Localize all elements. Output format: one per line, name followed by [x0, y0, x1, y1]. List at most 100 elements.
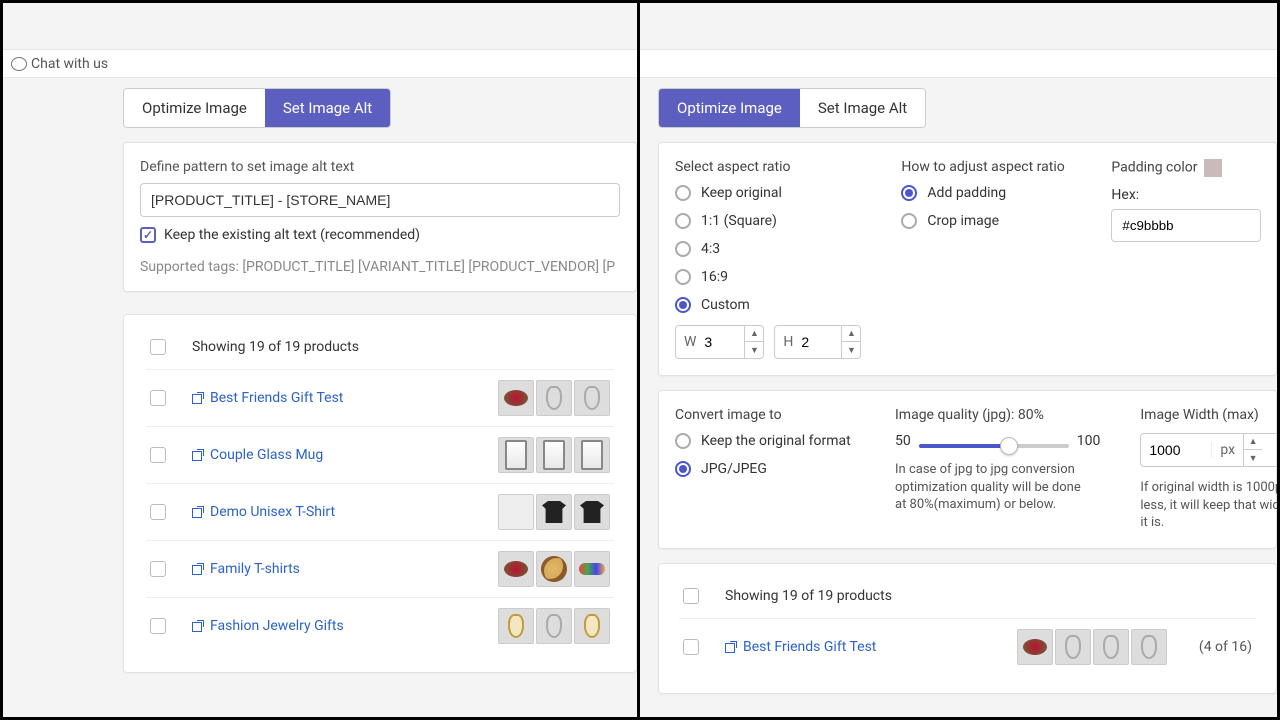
- height-stepper[interactable]: H ▲▼: [774, 325, 861, 359]
- tabs-left: Optimize Image Set Image Alt: [123, 88, 391, 128]
- radio-crop[interactable]: Crop image: [901, 213, 1071, 229]
- radio-1-1[interactable]: 1:1 (Square): [675, 213, 861, 229]
- chat-label: Chat with us: [31, 56, 108, 72]
- tab-set-alt[interactable]: Set Image Alt: [800, 89, 925, 127]
- pattern-input[interactable]: [140, 183, 620, 217]
- radio-icon: [901, 185, 917, 201]
- radio-add-padding[interactable]: Add padding: [901, 185, 1071, 201]
- thumb[interactable]: [536, 380, 572, 416]
- radio-keep-format[interactable]: Keep the original format: [675, 433, 855, 449]
- tabs-right: Optimize Image Set Image Alt: [658, 88, 926, 128]
- supported-tags: Supported tags: [PRODUCT_TITLE] [VARIANT…: [140, 259, 620, 275]
- thumb[interactable]: [536, 437, 572, 473]
- max-width-input[interactable]: [1141, 442, 1211, 458]
- radio-custom[interactable]: Custom: [675, 297, 861, 313]
- unit-label: px: [1211, 442, 1243, 458]
- height-input[interactable]: [801, 334, 841, 350]
- define-pattern-label: Define pattern to set image alt text: [140, 159, 620, 175]
- quality-note: In case of jpg to jpg conversion optimiz…: [895, 461, 1095, 514]
- product-link[interactable]: Fashion Jewelry Gifts: [192, 618, 472, 634]
- image-count: (4 of 16): [1199, 639, 1252, 655]
- tab-optimize[interactable]: Optimize Image: [124, 89, 265, 127]
- row-checkbox[interactable]: [150, 504, 166, 520]
- external-link-icon: [192, 506, 204, 518]
- quality-slider[interactable]: [919, 434, 1069, 448]
- thumb[interactable]: [1055, 629, 1091, 665]
- thumb[interactable]: [498, 494, 534, 530]
- row-checkbox[interactable]: [150, 447, 166, 463]
- thumbnails: [498, 380, 610, 416]
- thumb[interactable]: [1131, 629, 1167, 665]
- spin-down-icon[interactable]: ▼: [745, 342, 763, 359]
- radio-16-9[interactable]: 16:9: [675, 269, 861, 285]
- spin-up-icon[interactable]: ▲: [842, 325, 860, 342]
- radio-4-3[interactable]: 4:3: [675, 241, 861, 257]
- radio-icon: [675, 433, 691, 449]
- thumbnails: [498, 494, 610, 530]
- aspect-card: Select aspect ratio Keep original 1:1 (S…: [658, 142, 1277, 376]
- hex-input[interactable]: [1111, 209, 1261, 242]
- tab-optimize[interactable]: Optimize Image: [659, 89, 800, 127]
- tab-set-alt[interactable]: Set Image Alt: [265, 89, 390, 127]
- thumbnails: [498, 608, 610, 644]
- product-link[interactable]: Couple Glass Mug: [192, 447, 472, 463]
- spin-down-icon[interactable]: ▼: [1244, 450, 1262, 467]
- row-checkbox[interactable]: [150, 618, 166, 634]
- topbar: [640, 3, 1277, 50]
- thumb[interactable]: [536, 608, 572, 644]
- product-link[interactable]: Family T-shirts: [192, 561, 472, 577]
- quality-title: Image quality (jpg): 80%: [895, 407, 1100, 423]
- radio-icon: [675, 461, 691, 477]
- keep-existing-checkbox[interactable]: Keep the existing alt text (recommended): [140, 227, 620, 243]
- thumb[interactable]: [1093, 629, 1129, 665]
- product-link[interactable]: Demo Unisex T-Shirt: [192, 504, 472, 520]
- chat-bar[interactable]: Chat with us: [3, 50, 637, 78]
- thumb[interactable]: [1017, 629, 1053, 665]
- row-checkbox[interactable]: [150, 561, 166, 577]
- padding-color-title: Padding color: [1111, 159, 1261, 177]
- chat-icon: [11, 57, 27, 71]
- radio-icon: [675, 213, 691, 229]
- row-checkbox[interactable]: [150, 390, 166, 406]
- radio-icon: [675, 269, 691, 285]
- row-checkbox[interactable]: [683, 639, 699, 655]
- thumb[interactable]: [574, 494, 610, 530]
- thumb[interactable]: [498, 380, 534, 416]
- thumb[interactable]: [574, 551, 610, 587]
- list-item: Best Friends Gift Test: [146, 369, 614, 426]
- max-width-stepper[interactable]: px ▲▼: [1140, 433, 1277, 467]
- radio-keep-original[interactable]: Keep original: [675, 185, 861, 201]
- thumb[interactable]: [498, 551, 534, 587]
- thumb[interactable]: [498, 608, 534, 644]
- product-link[interactable]: Best Friends Gift Test: [725, 639, 991, 655]
- keep-existing-label: Keep the existing alt text (recommended): [164, 227, 420, 243]
- thumb[interactable]: [536, 494, 572, 530]
- thumb[interactable]: [574, 608, 610, 644]
- showing-label: Showing 19 of 19 products: [725, 588, 892, 604]
- thumb[interactable]: [574, 380, 610, 416]
- select-all-checkbox[interactable]: [150, 339, 166, 355]
- external-link-icon: [192, 620, 204, 632]
- width-note: If original width is 1000px or less, it …: [1140, 479, 1277, 532]
- external-link-icon: [725, 641, 737, 653]
- product-list-left: Showing 19 of 19 products Best Friends G…: [123, 314, 637, 673]
- spin-up-icon[interactable]: ▲: [745, 325, 763, 342]
- radio-jpg[interactable]: JPG/JPEG: [675, 461, 855, 477]
- quality-max: 100: [1077, 433, 1101, 449]
- thumb[interactable]: [574, 437, 610, 473]
- width-title: Image Width (max): [1140, 407, 1277, 423]
- radio-icon: [901, 213, 917, 229]
- select-all-checkbox[interactable]: [683, 588, 699, 604]
- thumb[interactable]: [536, 551, 572, 587]
- width-input[interactable]: [704, 334, 744, 350]
- external-link-icon: [192, 392, 204, 404]
- color-swatch[interactable]: [1204, 159, 1222, 177]
- width-stepper[interactable]: W ▲▼: [675, 325, 764, 359]
- thumb[interactable]: [498, 437, 534, 473]
- alt-settings-card: Define pattern to set image alt text Kee…: [123, 142, 637, 292]
- spin-up-icon[interactable]: ▲: [1244, 433, 1262, 450]
- spin-down-icon[interactable]: ▼: [842, 342, 860, 359]
- list-item: Best Friends Gift Test (4 of 16): [679, 618, 1256, 675]
- product-link[interactable]: Best Friends Gift Test: [192, 390, 472, 406]
- adjust-title: How to adjust aspect ratio: [901, 159, 1071, 175]
